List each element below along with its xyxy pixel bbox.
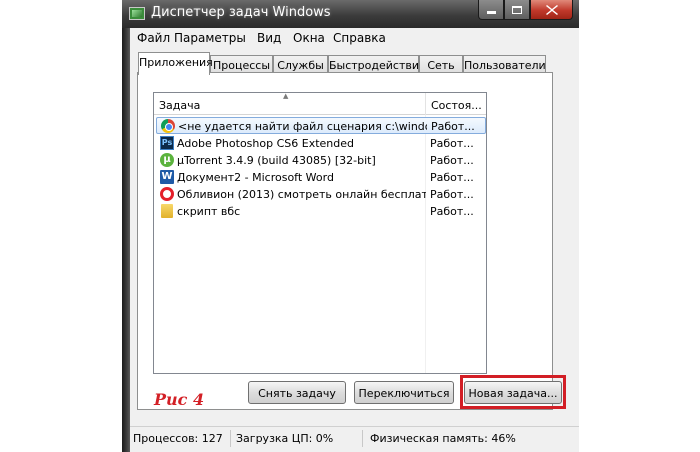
task-status: Работ... — [430, 154, 474, 167]
task-name: скрипт вбс — [177, 205, 241, 218]
menu-help[interactable]: Справка — [333, 31, 386, 45]
window-client-area: Файл Параметры Вид Окна Справка Приложен… — [130, 28, 579, 452]
close-icon — [545, 4, 558, 15]
menu-file[interactable]: Файл — [137, 31, 170, 45]
menu-options[interactable]: Параметры — [174, 31, 246, 45]
task-name: Обливион (2013) смотреть онлайн бесплатн… — [177, 188, 426, 201]
photoshop-icon: Ps — [160, 136, 174, 150]
figure-label: Рис 4 — [154, 390, 205, 409]
list-item[interactable]: W Документ2 - Microsoft Word Работ... — [156, 169, 486, 186]
status-divider — [362, 430, 363, 447]
window-title: Диспетчер задач Windows — [151, 5, 331, 20]
close-button[interactable] — [530, 0, 573, 20]
task-name: µTorrent 3.4.9 (build 43085) [32-bit] — [177, 154, 376, 167]
menu-view[interactable]: Вид — [257, 31, 281, 45]
task-status: Работ... — [430, 171, 474, 184]
list-header: Задача ▲ Состоя... — [154, 93, 486, 115]
task-name: Документ2 - Microsoft Word — [177, 171, 334, 184]
status-divider — [230, 430, 231, 447]
minimize-icon — [486, 11, 496, 14]
task-status: Работ... — [431, 120, 475, 133]
column-header-status[interactable]: Состоя... — [426, 93, 486, 115]
column-header-task[interactable]: Задача ▲ — [154, 93, 426, 115]
switch-to-button[interactable]: Переключиться — [354, 381, 454, 404]
maximize-icon — [512, 5, 522, 14]
tab-applications[interactable]: Приложения — [138, 52, 213, 75]
status-bar: Процессов: 127 Загрузка ЦП: 0% Физическа… — [130, 426, 579, 452]
title-bar[interactable]: Диспетчер задач Windows — [122, 0, 579, 28]
list-item[interactable]: Обливион (2013) смотреть онлайн бесплатн… — [156, 186, 486, 203]
minimize-button[interactable] — [478, 0, 504, 20]
cpu-usage: Загрузка ЦП: 0% — [236, 432, 334, 445]
chrome-icon — [161, 119, 175, 133]
utorrent-icon: µ — [160, 153, 174, 167]
task-manager-window: Диспетчер задач Windows Файл Параметры В… — [122, 0, 579, 452]
column-header-task-label: Задача — [159, 99, 201, 112]
end-task-button[interactable]: Снять задачу — [248, 381, 346, 404]
annotation-highlight-box — [460, 375, 566, 409]
list-item[interactable]: скрипт вбс Работ... — [156, 203, 486, 220]
list-item[interactable]: µ µTorrent 3.4.9 (build 43085) [32-bit] … — [156, 152, 486, 169]
menu-windows[interactable]: Окна — [293, 31, 325, 45]
process-count: Процессов: 127 — [133, 432, 223, 445]
menu-bar: Файл Параметры Вид Окна Справка — [130, 28, 579, 48]
task-status: Работ... — [430, 205, 474, 218]
memory-usage: Физическая память: 46% — [370, 432, 516, 445]
task-list[interactable]: Задача ▲ Состоя... <не удается найти фай… — [153, 92, 487, 374]
list-item[interactable]: Ps Adobe Photoshop CS6 Extended Работ... — [156, 135, 486, 152]
task-status: Работ... — [430, 188, 474, 201]
window-border — [122, 0, 130, 452]
list-item[interactable]: <не удается найти файл сценария c:\windo… — [156, 117, 486, 134]
opera-icon — [160, 187, 174, 201]
task-manager-icon — [129, 7, 145, 20]
task-status: Работ... — [430, 137, 474, 150]
word-icon: W — [160, 170, 174, 184]
folder-icon — [161, 204, 173, 218]
task-name: Adobe Photoshop CS6 Extended — [177, 137, 354, 150]
task-name: <не удается найти файл сценария c:\windo… — [178, 120, 427, 133]
maximize-button[interactable] — [504, 0, 530, 20]
sort-ascending-icon: ▲ — [283, 92, 289, 100]
